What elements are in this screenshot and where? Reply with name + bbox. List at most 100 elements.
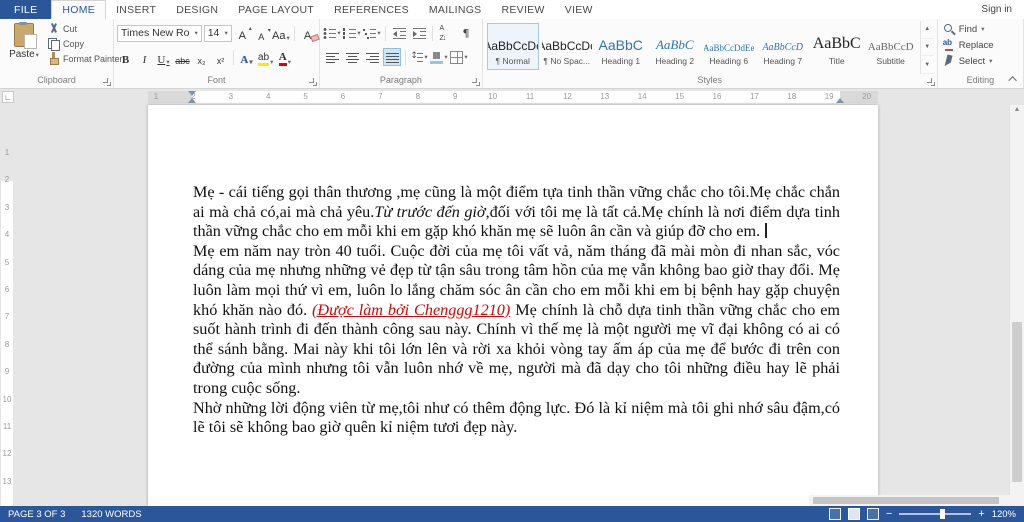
horizontal-scrollbar[interactable] [809,495,1009,506]
style-heading-6[interactable]: AaBbCcDdEe Heading 6 [702,23,755,70]
vertical-scrollbar-thumb[interactable] [1012,321,1022,482]
clear-formatting-button[interactable]: A [299,24,316,42]
tab-home[interactable]: HOME [51,0,107,19]
vertical-scrollbar[interactable]: ▲ [1009,105,1024,506]
word-count[interactable]: 1320 WORDS [81,509,141,520]
tab-insert[interactable]: INSERT [106,0,166,19]
gallery-scroll-down-button[interactable]: ▼ [920,39,934,57]
bullets-button[interactable]: ▾ [323,24,341,42]
paragraph: Nhờ những lời động viên từ mẹ,tôi như có… [193,399,840,438]
align-left-button[interactable] [323,48,341,66]
web-layout-button[interactable] [866,508,879,520]
font-family-combobox[interactable]: Times New Ro ▾ [117,24,202,42]
style-title[interactable]: AaBbC Title [810,23,863,70]
format-painter-button[interactable]: Format Painter [47,51,123,66]
tab-stop-selector[interactable]: ∟ [2,91,14,103]
tab-references[interactable]: REFERENCES [324,0,419,19]
subscript-button[interactable]: x₂ [193,48,210,66]
document-text[interactable]: Mẹ - cái tiếng gọi thân thương ,mẹ cũng … [193,105,840,438]
style-heading-1[interactable]: AaBbC Heading 1 [594,23,647,70]
print-layout-button[interactable] [847,508,860,520]
bold-button[interactable]: B [117,48,134,66]
shrink-font-button[interactable]: A [253,24,271,42]
tab-mailings[interactable]: MAILINGS [419,0,492,19]
zoom-level[interactable]: 120% [992,509,1016,520]
hanging-indent-marker[interactable] [188,98,196,103]
select-button[interactable]: Select ▾ [941,53,1020,69]
numbering-button[interactable]: ▾ [343,24,361,42]
zoom-out-button[interactable]: − [886,509,892,520]
paragraph-dialog-launcher[interactable] [471,78,480,86]
gallery-expand-button[interactable]: ▼ [920,56,934,75]
line-spacing-button[interactable]: ▾ [410,48,428,66]
find-button[interactable]: Find ▾ [941,21,1020,37]
tab-design[interactable]: DESIGN [166,0,228,19]
zoom-in-button[interactable]: + [978,509,984,520]
tab-view[interactable]: VIEW [555,0,603,19]
divider [294,25,296,41]
increase-indent-button[interactable] [410,24,428,42]
font-dialog-launcher[interactable] [309,78,317,86]
cut-button[interactable]: Cut [47,21,110,36]
style-normal[interactable]: AaBbCcDc ¶ Normal [486,23,539,70]
superscript-button[interactable]: x² [212,48,229,66]
tab-file[interactable]: FILE [0,0,52,19]
text-effects-button[interactable]: A ▾ [238,48,255,66]
shading-button[interactable]: ▾ [430,48,448,66]
underline-button[interactable]: U ▾ [155,48,172,66]
first-line-indent-marker[interactable] [188,91,196,96]
vertical-ruler[interactable]: 1 2 3 4 5 6 7 8 9 10 11 12 13 [0,105,14,506]
ruler-number: 1 [4,148,10,157]
sort-button[interactable] [437,24,455,42]
copy-button[interactable]: Copy [47,36,110,51]
styles-dialog-launcher[interactable] [926,78,935,86]
sign-in-button[interactable]: Sign in [969,0,1024,19]
decrease-indent-icon [392,26,406,40]
horizontal-scrollbar-thumb[interactable] [813,497,999,504]
justify-button[interactable] [383,48,401,66]
ruler-number: 4 [265,92,271,101]
right-indent-marker[interactable] [836,98,844,103]
align-center-button[interactable] [343,48,361,66]
zoom-slider[interactable] [899,509,972,519]
ruler-number: 12 [2,449,12,459]
ruler-number: 2 [4,175,10,185]
tab-review[interactable]: REVIEW [491,0,554,19]
style-heading-7[interactable]: AaBbCcD Heading 7 [756,23,809,70]
horizontal-ruler[interactable]: 1 2 3 4 5 6 7 8 9 10 11 12 13 14 15 16 17 18 19 20 [148,91,878,103]
page-indicator[interactable]: PAGE 3 OF 3 [8,509,65,520]
chevron-up-icon [1008,76,1017,85]
replace-icon [943,38,956,52]
style-subtitle[interactable]: AaBbCcD Subtitle [864,23,917,70]
style-preview: AaBbCcD [762,42,803,53]
style-preview: AaBbCcDc [488,39,538,53]
tab-page-layout[interactable]: PAGE LAYOUT [228,0,324,19]
style-no-spac[interactable]: AaBbCcDc ¶ No Spac... [540,23,593,70]
decrease-indent-button[interactable] [390,24,408,42]
strikethrough-button[interactable]: abc [174,48,191,66]
gallery-scroll-up-button[interactable]: ▲ [920,21,934,39]
italic-button[interactable]: I [136,48,153,66]
multilevel-list-button[interactable]: ▾ [363,24,381,42]
style-heading-2[interactable]: AaBbC Heading 2 [648,23,701,70]
change-case-button[interactable]: Aa ▾ [272,24,290,42]
font-size-combobox[interactable]: 14 ▾ [203,24,232,42]
zoom-slider-thumb[interactable] [940,509,946,519]
numbering-icon [343,26,357,40]
document-page[interactable]: Mẹ - cái tiếng gọi thân thương ,mẹ cũng … [148,105,878,506]
ruler-number: 20 [862,92,872,101]
align-right-button[interactable] [363,48,381,66]
grow-font-button[interactable]: A [234,24,252,42]
show-formatting-marks-button[interactable]: ¶ [457,24,475,42]
read-mode-button[interactable] [828,508,841,520]
select-icon [943,55,956,68]
collapse-ribbon-button[interactable] [1007,73,1021,85]
borders-button[interactable]: ▾ [450,48,468,66]
scroll-up-arrow-icon[interactable]: ▲ [1010,106,1024,113]
paste-button[interactable]: Paste▾ [3,21,45,60]
highlight-color-button[interactable]: ab ▾ [257,48,274,66]
font-color-button[interactable]: A ▾ [276,48,293,66]
replace-button[interactable]: Replace [941,37,1020,53]
format-painter-icon [47,52,60,65]
clipboard-dialog-launcher[interactable] [103,78,111,86]
